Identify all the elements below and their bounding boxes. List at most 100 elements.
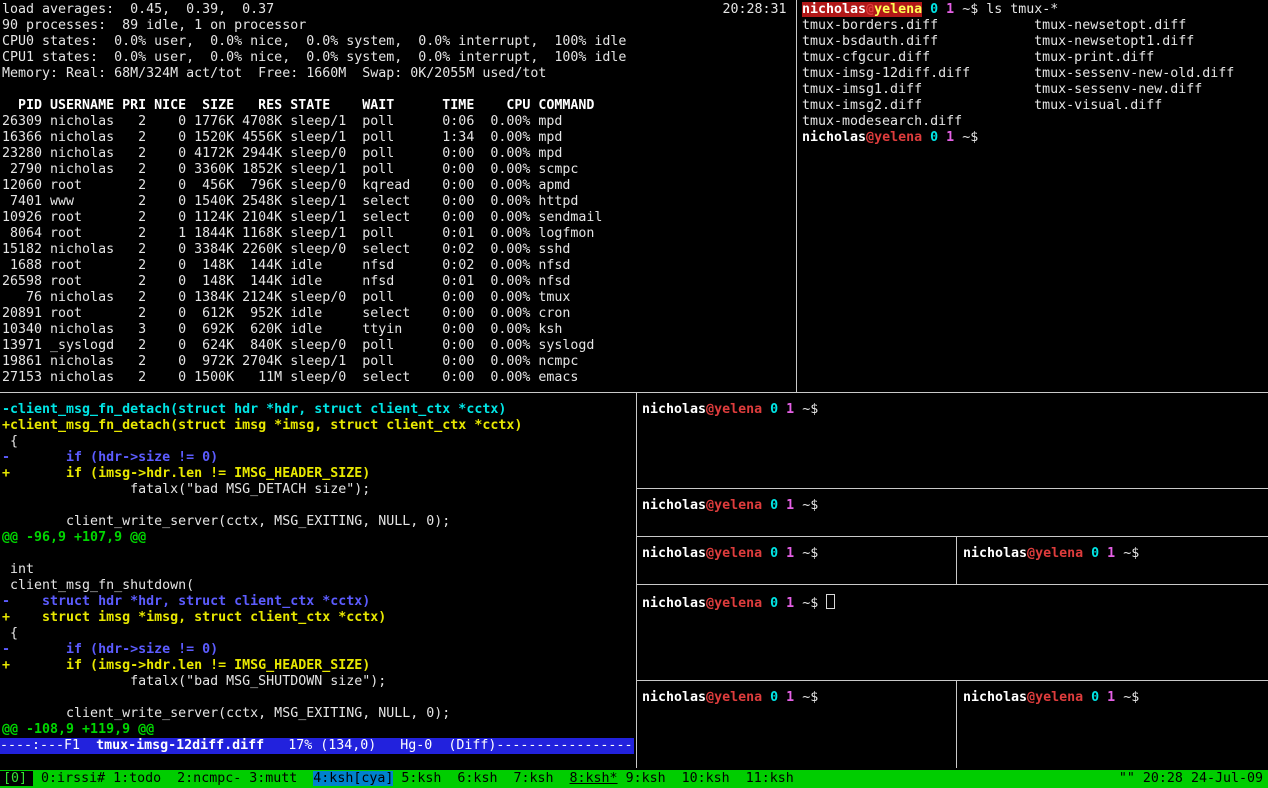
pane-shell-active[interactable]: nicholas@yelena 0 1 ~$ (640, 592, 1268, 680)
prompt-host: yelena (714, 498, 762, 513)
pane-divider-main-horizontal (0, 392, 1268, 393)
diff-line: client_write_server(cctx, MSG_EXITING, N… (2, 514, 450, 529)
pane-shell-2[interactable]: nicholas@yelena 0 1 ~$ (640, 496, 1268, 536)
prompt-suffix: ~$ (802, 546, 818, 561)
top-command-output: load averages: 0.45, 0.39, 0.37 20:28:31… (0, 0, 796, 386)
prompt-user: nicholas (642, 690, 706, 705)
process-row: 26309 nicholas 2 0 1776K 4708K sleep/1 p… (2, 114, 562, 129)
prompt-suffix: ~$ (802, 498, 818, 513)
prompt-num1: 0 (1091, 690, 1099, 705)
prompt-num2: 1 (786, 546, 794, 561)
process-row: 1688 root 2 0 148K 144K idle nfsd 0:02 0… (2, 258, 570, 273)
process-row: 10926 root 2 0 1124K 2104K sleep/1 selec… (2, 210, 602, 225)
window-tab[interactable]: 2:ncmpc- (177, 771, 241, 786)
prompt-num1: 0 (770, 596, 778, 611)
pane-shell-5[interactable]: nicholas@yelena 0 1 ~$ (640, 688, 956, 768)
diff-line: + if (imsg->hdr.len != IMSG_HEADER_SIZE) (2, 658, 370, 673)
prompt-user: nicholas (642, 546, 706, 561)
pane-divider-right-1 (637, 488, 1268, 489)
pane-shell-6[interactable]: nicholas@yelena 0 1 ~$ (961, 688, 1268, 768)
prompt-suffix: ~$ (1123, 546, 1139, 561)
diff-line: -client_msg_fn_detach(struct hdr *hdr, s… (2, 402, 506, 417)
pane-shell-ls[interactable]: nicholas@yelena 0 1 ~$ ls tmux-* tmux-bo… (800, 0, 1268, 392)
prompt-host: yelena (1035, 546, 1083, 561)
prompt-user: nicholas (642, 498, 706, 513)
process-row: 23280 nicholas 2 0 4172K 2944K sleep/0 p… (2, 146, 562, 161)
prompt-num1: 0 (770, 690, 778, 705)
file-list-line: tmux-modesearch.diff (802, 114, 1034, 129)
shell-prompt: nicholas@yelena 0 1 ~$ (802, 130, 978, 145)
diff-line: @@ -96,9 +107,9 @@ (2, 530, 146, 545)
window-tab[interactable]: 11:ksh (746, 771, 794, 786)
diff-line: { (2, 434, 18, 449)
pane-shell-4[interactable]: nicholas@yelena 0 1 ~$ (961, 544, 1268, 584)
top-summary-line: CPU1 states: 0.0% user, 0.0% nice, 0.0% … (2, 50, 626, 65)
status-right-clock: "" 20:28 24-Jul-09 (1119, 770, 1263, 788)
prompt-suffix: ~$ (802, 596, 818, 611)
prompt-host: yelena (1035, 690, 1083, 705)
window-tab[interactable]: 7:ksh (513, 771, 553, 786)
prompt-at: @ (706, 498, 714, 513)
pane-divider-right-2 (637, 536, 1268, 537)
prompt-num2: 1 (786, 402, 794, 417)
prompt-num2: 1 (786, 498, 794, 513)
prompt-at: @ (706, 690, 714, 705)
prompt-suffix: ~$ (802, 402, 818, 417)
pane-divider-split-1 (956, 537, 957, 584)
pane-emacs-diff[interactable]: -client_msg_fn_detach(struct hdr *hdr, s… (0, 400, 634, 768)
prompt-suffix: ~$ (962, 2, 978, 17)
tmux-terminal-screen: load averages: 0.45, 0.39, 0.37 20:28:31… (0, 0, 1268, 788)
shell-prompt: nicholas@yelena 0 1 ~$ (961, 688, 1268, 706)
prompt-num1: 0 (770, 402, 778, 417)
window-tab[interactable]: 0:irssi# (41, 771, 105, 786)
window-tab[interactable]: 3:mutt (249, 771, 297, 786)
prompt-host: yelena (714, 690, 762, 705)
diff-line: client_write_server(cctx, MSG_EXITING, N… (2, 706, 450, 721)
window-tab[interactable]: 1:todo (113, 771, 161, 786)
pane-shell-1[interactable]: nicholas@yelena 0 1 ~$ (640, 400, 1268, 488)
window-tab[interactable]: 4:ksh[cya] (313, 771, 393, 786)
prompt-host: yelena (714, 596, 762, 611)
prompt-num2: 1 (946, 130, 954, 145)
pane-shell-3[interactable]: nicholas@yelena 0 1 ~$ (640, 544, 956, 584)
window-tab[interactable]: 5:ksh (401, 771, 441, 786)
process-row: 27153 nicholas 2 0 1500K 11M sleep/0 sel… (2, 370, 578, 385)
diff-line: - struct hdr *hdr, struct client_ctx *cc… (2, 594, 370, 609)
prompt-at: @ (706, 402, 714, 417)
process-row: 7401 www 2 0 1540K 2548K sleep/1 select … (2, 194, 578, 209)
window-tab[interactable]: 10:ksh (682, 771, 730, 786)
window-list: 0:irssi# 1:todo 2:ncmpc- 3:mutt 4:ksh[cy… (41, 771, 802, 786)
diff-line: - if (hdr->size != 0) (2, 450, 218, 465)
prompt-num1: 0 (770, 498, 778, 513)
prompt-suffix: ~$ (962, 130, 978, 145)
shell-prompt: nicholas@yelena 0 1 ~$ (640, 592, 1268, 612)
process-row: 20891 root 2 0 612K 952K idle select 0:0… (2, 306, 570, 321)
prompt-num1: 0 (930, 130, 938, 145)
emacs-modeline-filename: tmux-imsg-12diff.diff (96, 738, 264, 753)
top-summary-line: 90 processes: 89 idle, 1 on processor (2, 18, 306, 33)
prompt-num2: 1 (1107, 690, 1115, 705)
shell-prompt: nicholas@yelena 0 1 ~$ (802, 2, 978, 17)
prompt-at: @ (706, 546, 714, 561)
file-list-line: tmux-imsg2.diff tmux-visual.diff (802, 98, 1162, 113)
process-row: 16366 nicholas 2 0 1520K 4556K sleep/1 p… (2, 130, 562, 145)
file-list-line: tmux-borders.diff tmux-newsetopt.diff (802, 18, 1186, 33)
process-row: 10340 nicholas 3 0 692K 620K idle ttyin … (2, 322, 562, 337)
prompt-num1: 0 (930, 2, 938, 17)
window-tab[interactable]: 8:ksh* (570, 771, 618, 786)
diff-line: fatalx("bad MSG_DETACH size"); (2, 482, 370, 497)
file-list-line: tmux-cfgcur.diff tmux-print.diff (802, 50, 1154, 65)
pane-top-process-monitor[interactable]: load averages: 0.45, 0.39, 0.37 20:28:31… (0, 0, 796, 392)
diff-line: - if (hdr->size != 0) (2, 642, 218, 657)
file-list-line: tmux-imsg-12diff.diff tmux-sessenv-new-o… (802, 66, 1234, 81)
top-summary-line: Memory: Real: 68M/324M act/tot Free: 166… (2, 66, 546, 81)
prompt-at: @ (1027, 546, 1035, 561)
pane-divider-bottom-vertical (636, 393, 637, 768)
process-row: 2790 nicholas 2 0 3360K 1852K sleep/1 po… (2, 162, 578, 177)
session-name: [0] (0, 771, 33, 786)
top-summary-line: CPU0 states: 0.0% user, 0.0% nice, 0.0% … (2, 34, 626, 49)
window-tab[interactable]: 9:ksh (626, 771, 666, 786)
emacs-modeline-prefix: ----:---F1 (0, 738, 96, 753)
window-tab[interactable]: 6:ksh (457, 771, 497, 786)
shell-prompt: nicholas@yelena 0 1 ~$ (640, 400, 1268, 418)
